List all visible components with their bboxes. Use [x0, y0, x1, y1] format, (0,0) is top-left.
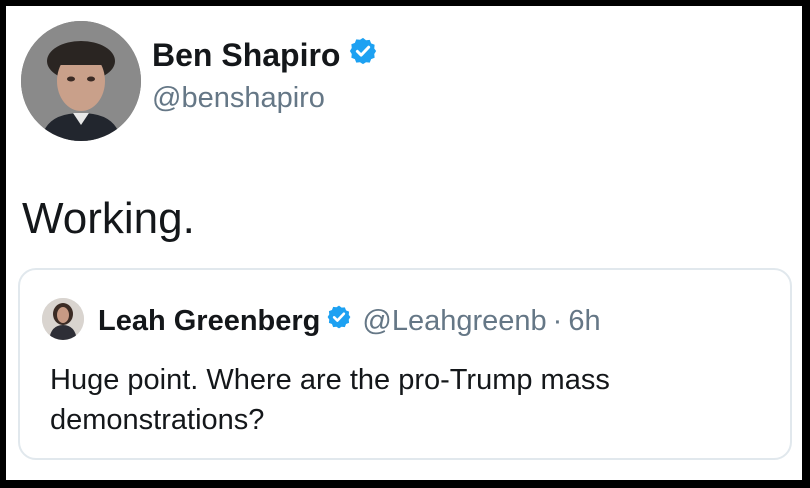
quoted-tweet-text-line: Huge point. Where are the pro-Trump mass [50, 364, 610, 396]
separator-dot: · [552, 304, 563, 337]
verified-badge-icon [326, 304, 352, 338]
quoted-tweet-timestamp[interactable]: 6h [568, 305, 600, 338]
quoted-author-name[interactable]: Leah Greenberg [98, 305, 320, 338]
author-name-text[interactable]: Ben Shapiro [152, 37, 340, 74]
quoted-tweet-header: Leah Greenberg @Leahgreenb · 6h [98, 304, 601, 338]
author-handle[interactable]: @benshapiro [152, 82, 325, 115]
quoted-author-handle[interactable]: @Leahgreenb [362, 305, 546, 338]
person-photo-avatar-icon [21, 21, 141, 141]
person-photo-avatar-icon [42, 298, 84, 340]
quoted-tweet-text-line: demonstrations? [50, 404, 265, 436]
verified-badge-icon [348, 36, 378, 74]
author-name[interactable]: Ben Shapiro [152, 36, 378, 74]
tweet-text: Working. [22, 194, 195, 243]
quoted-tweet-text: Huge point. Where are the pro-Trump mass… [50, 360, 770, 440]
quoted-tweet[interactable]: Leah Greenberg @Leahgreenb · 6h Huge poi… [18, 268, 792, 460]
tweet-card: Ben Shapiro @benshapiro Working. Leah Gr… [6, 6, 802, 480]
author-avatar[interactable] [21, 21, 141, 141]
quoted-author-avatar[interactable] [42, 298, 84, 340]
